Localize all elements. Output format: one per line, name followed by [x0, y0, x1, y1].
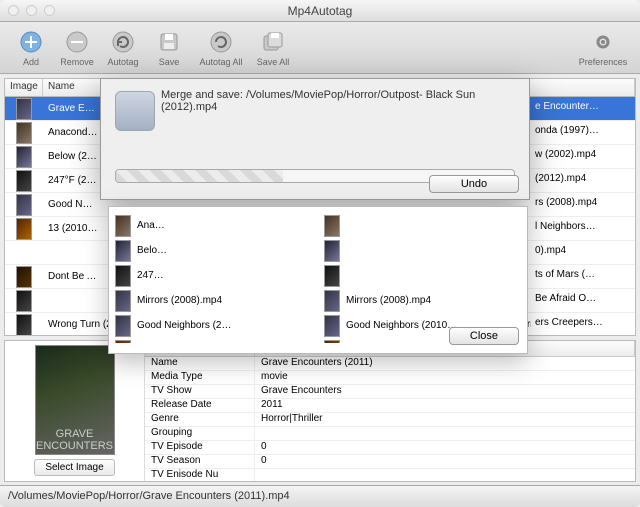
remove-button[interactable]: Remove — [54, 24, 100, 72]
detail-tag: Genre — [145, 413, 255, 426]
autotag-button[interactable]: Autotag — [100, 24, 146, 72]
detail-value[interactable]: 2011 — [255, 399, 635, 412]
detail-tag: Name — [145, 357, 255, 370]
detail-value[interactable]: Grave Encounters — [255, 385, 635, 398]
result-label: Good Neighbors (2… — [137, 320, 232, 331]
save-icon — [156, 29, 182, 55]
thumbnail-icon — [324, 340, 340, 344]
thumbnail-icon — [115, 240, 131, 262]
detail-tag: TV Episode — [145, 441, 255, 454]
save-all-icon — [260, 29, 286, 55]
autotag-all-button[interactable]: Autotag All — [192, 24, 250, 72]
detail-row[interactable]: TV Episode0 — [145, 441, 635, 455]
close-window-icon[interactable] — [8, 5, 19, 16]
detail-row[interactable]: TV Enisode Nu — [145, 469, 635, 481]
close-button[interactable]: Close — [449, 327, 519, 345]
result-label: Ana… — [137, 220, 165, 231]
titlebar: Mp4Autotag — [0, 0, 640, 22]
thumbnail-icon — [324, 215, 340, 237]
result-item[interactable]: Mirrors (2008).mp4 — [324, 288, 521, 313]
detail-value[interactable]: Grave Encounters (2011) — [255, 357, 635, 370]
detail-value[interactable] — [255, 427, 635, 440]
col-name[interactable]: Name — [43, 79, 103, 96]
result-label: Good Neighbors (2010… — [346, 320, 457, 331]
result-item[interactable]: 247… — [115, 263, 312, 288]
detail-tag: TV Enisode Nu — [145, 469, 255, 481]
minimize-window-icon[interactable] — [26, 5, 37, 16]
col-image[interactable]: Image — [5, 79, 43, 96]
result-item[interactable]: Mirrors (2008).mp4 — [115, 288, 312, 313]
status-path: /Volumes/MoviePop/Horror/Grave Encounter… — [8, 490, 290, 502]
thumbnail-icon — [115, 340, 131, 344]
result-label: Mirrors (2008).mp4 — [137, 295, 222, 306]
zoom-window-icon[interactable] — [44, 5, 55, 16]
thumbnail-icon — [115, 315, 131, 337]
detail-value[interactable]: 0 — [255, 441, 635, 454]
results-panel: Undo Ana…Belo…247…Mirrors (2008).mp4Good… — [108, 206, 528, 354]
result-label: Mirrors (2008).mp4 — [346, 295, 431, 306]
detail-row[interactable]: NameGrave Encounters (2011) — [145, 357, 635, 371]
result-item[interactable]: 13 (2010).mp4 — [115, 338, 312, 343]
thumbnail-icon — [115, 265, 131, 287]
preferences-button[interactable]: Preferences — [574, 24, 632, 72]
poster-image: GRAVE ENCOUNTERS — [35, 345, 115, 455]
detail-panel: GRAVE ENCOUNTERS Select Image Tag Value … — [4, 340, 636, 482]
gear-icon — [590, 29, 616, 55]
detail-row[interactable]: TV ShowGrave Encounters — [145, 385, 635, 399]
detail-value[interactable] — [255, 469, 635, 481]
add-button[interactable]: Add — [8, 24, 54, 72]
new-column-fragment: e Encounter… onda (1997)… w (2002).mp4 (… — [531, 97, 631, 336]
thumbnail-icon — [324, 265, 340, 287]
detail-tag: Media Type — [145, 371, 255, 384]
toolbar: Add Remove Autotag Save Autotag All Save… — [0, 22, 640, 74]
undo-button[interactable]: Undo — [429, 175, 519, 193]
detail-tag: Release Date — [145, 399, 255, 412]
thumbnail-icon — [324, 240, 340, 262]
detail-row[interactable]: Release Date2011 — [145, 399, 635, 413]
thumbnail-icon — [324, 290, 340, 312]
result-item[interactable] — [324, 238, 521, 263]
result-label: Belo… — [137, 245, 167, 256]
result-item[interactable] — [324, 213, 521, 238]
detail-row[interactable]: GenreHorror|Thriller — [145, 413, 635, 427]
thumbnail-icon — [115, 215, 131, 237]
refresh-icon — [110, 29, 136, 55]
progress-message: Merge and save: /Volumes/MoviePop/Horror… — [111, 89, 519, 153]
thumbnail-icon — [115, 290, 131, 312]
result-label: 247… — [137, 270, 164, 281]
detail-row[interactable]: Media Typemovie — [145, 371, 635, 385]
detail-row[interactable]: Grouping — [145, 427, 635, 441]
refresh-all-icon — [208, 29, 234, 55]
save-all-button[interactable]: Save All — [250, 24, 296, 72]
save-button[interactable]: Save — [146, 24, 192, 72]
detail-value[interactable]: Horror|Thriller — [255, 413, 635, 426]
detail-tag: TV Season — [145, 455, 255, 468]
detail-row[interactable]: TV Season0 — [145, 455, 635, 469]
detail-value[interactable]: 0 — [255, 455, 635, 468]
result-item[interactable]: Good Neighbors (2… — [115, 313, 312, 338]
thumbnail-icon — [324, 315, 340, 337]
detail-tag: TV Show — [145, 385, 255, 398]
result-item[interactable] — [324, 263, 521, 288]
window-title: Mp4Autotag — [0, 4, 640, 18]
detail-value[interactable]: movie — [255, 371, 635, 384]
select-image-button[interactable]: Select Image — [34, 459, 114, 476]
detail-tag: Grouping — [145, 427, 255, 440]
result-item[interactable]: Belo… — [115, 238, 312, 263]
statusbar: /Volumes/MoviePop/Horror/Grave Encounter… — [0, 485, 640, 507]
result-item[interactable]: Ana… — [115, 213, 312, 238]
minus-icon — [64, 29, 90, 55]
plus-icon — [18, 29, 44, 55]
